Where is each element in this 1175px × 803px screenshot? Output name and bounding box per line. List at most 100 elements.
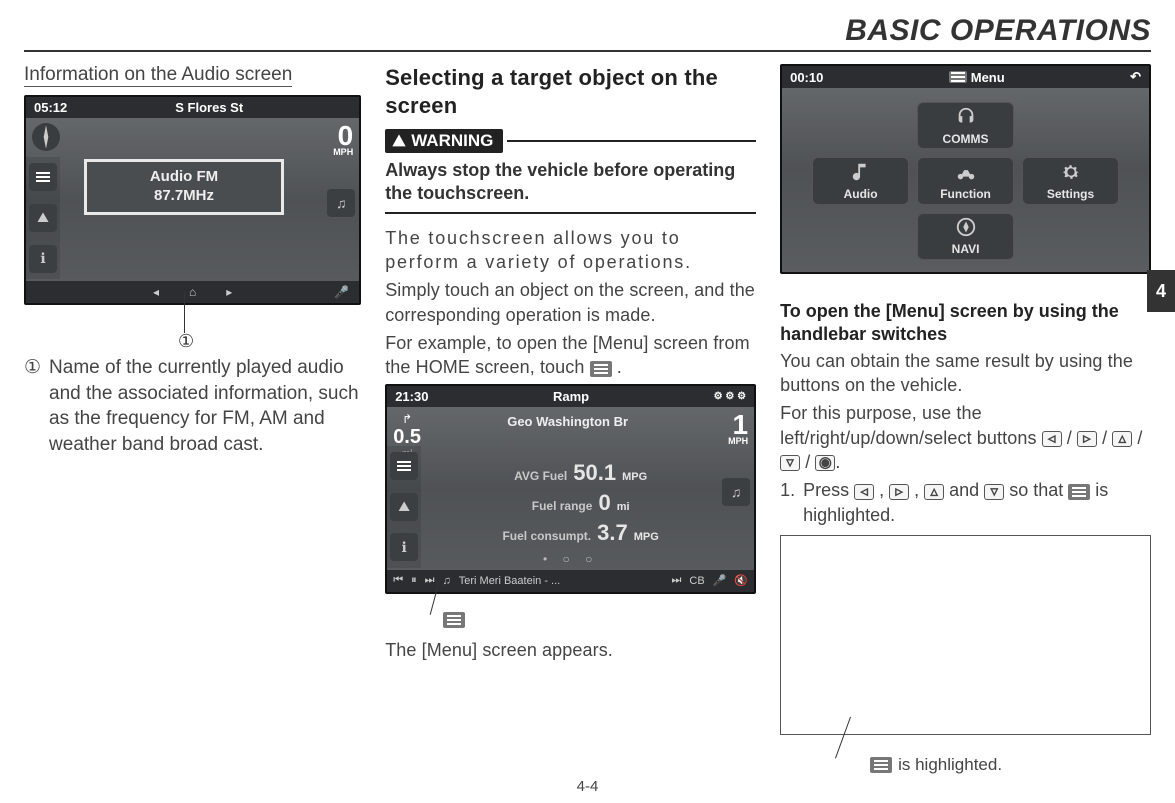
audio-info-box: Audio FM 87.7MHz [84,159,284,215]
gear-icon [1060,161,1082,183]
audio-screenshot: 05:12 S Flores St 0 MPH ⛰ ℹ ♫ Audio FM 8… [24,95,361,305]
sub-street: Geo Washington Br [431,414,704,429]
handlebar-p1: You can obtain the same result by using … [780,349,1151,398]
menu-title: Menu [823,70,1130,85]
menu-tile-function[interactable]: Function [917,157,1014,204]
page-number: 4-4 [0,778,1175,795]
fuel-range-label: Fuel range [532,499,593,513]
chapter-tab: 4 [1147,270,1175,312]
illustration-placeholder [780,535,1151,735]
warning-label: WARNING [411,131,493,151]
column-1: Information on the Audio screen 05:12 S … [24,64,361,767]
callout-marker-1: ① [178,331,194,352]
select-button-icon: ◉ [815,455,835,471]
list-marker-1: ① [24,355,41,458]
info-icon: ℹ [29,245,57,273]
step-1-number: 1. [780,478,795,528]
audio-frequency: 87.7MHz [87,187,281,204]
example-text-a: For example, to open the [Menu] screen f… [385,333,749,377]
home-screenshot: 21:30 Ramp ⚙ ⚙ ⚙ ↱ 0.5 mi Geo Washington… [385,384,756,594]
speed-value: 1 [733,409,749,440]
home-button-icon: ⌂ [189,285,196,299]
menu-tile-navi[interactable]: NAVI [917,213,1014,260]
fuel-range-value: 0 [598,490,610,516]
warning-text: Always stop the vehicle before operating… [385,159,756,214]
motorcycle-icon [955,161,977,183]
track-title: Teri Meri Baatein - ... [459,575,560,587]
menu-tile-audio[interactable]: Audio [812,157,909,204]
shot-street: Ramp [428,389,713,404]
music-icon: ♫ [327,187,355,219]
nav-icon: ⛰ [390,493,418,521]
speed-readout: 0 MPH [333,123,353,156]
mic-icon: 🎤 [334,285,349,299]
left-button-icon: ◃ [1042,431,1062,447]
fuel-metrics: AVG Fuel50.1MPG Fuel range0mi Fuel consu… [457,456,704,550]
menu-lines-icon [29,163,57,191]
menu-screenshot: 00:10 Menu ↶ COMMS Audio [780,64,1151,274]
speed-unit: MPH [728,437,748,445]
column-3: 00:10 Menu ↶ COMMS Audio [780,64,1151,767]
example-text-b: . [617,357,622,377]
tile-label: NAVI [952,242,980,256]
side-icons: ⛰ ℹ [26,157,60,279]
up-button-icon: ▵ [1112,431,1132,447]
speed-readout: 1 MPH [728,412,748,445]
shot-time: 00:10 [790,70,823,85]
music-note-icon [850,161,872,183]
fuel-cons-value: 3.7 [597,520,628,546]
menu-lines-icon [949,71,967,83]
column-2: Selecting a target object on the screen … [385,64,756,767]
menu-lines-icon [1068,484,1090,500]
touchscreen-intro-1: The touchscreen allows you to perform a … [385,226,756,275]
audio-info-description: Name of the currently played audio and t… [49,355,361,458]
touchscreen-intro-2: Simply touch an object on the screen, an… [385,278,756,327]
page-header: BASIC OPERATIONS [24,14,1151,52]
warning-badge-row: WARNING [385,129,756,153]
right-button-icon: ▹ [1077,431,1097,447]
audio-info-subhead: Information on the Audio screen [24,64,292,87]
menu-lines-icon [590,361,612,377]
warning-badge: WARNING [385,129,503,153]
warning-triangle-icon [391,133,407,149]
menu-appears-text: The [Menu] screen appears. [385,638,756,662]
compass-icon [32,123,60,151]
side-icons: ⛰ ℹ [387,446,421,568]
shot-street: S Flores St [67,100,351,115]
handlebar-p2: For this purpose, use the left/right/up/… [780,401,1151,474]
track-bar: ⏮⏸⏭ ♫ Teri Meri Baatein - ... ⏭ CB🎤🔇 [387,570,754,592]
down-button-icon: ▿ [984,484,1004,500]
menu-lines-icon [390,452,418,480]
page-dots: • ○ ○ [387,552,754,566]
tile-label: Audio [844,187,878,201]
down-button-icon: ▿ [780,455,800,471]
nav-icon: ⛰ [29,204,57,232]
callout-menu-icon [385,594,756,634]
highlight-caption: is highlighted. [898,755,1002,775]
menu-lines-icon [870,757,892,773]
tile-label: Function [940,187,991,201]
selecting-target-title: Selecting a target object on the screen [385,64,756,119]
speed-unit: MPH [333,148,353,156]
audio-title: Audio FM [87,168,281,185]
back-icon: ↶ [1130,69,1141,85]
callout-1: ① [24,305,361,345]
shot-bottombar: ◂⌂▸ 🎤 [26,281,359,303]
step-1-text: Press ◃ , ▹ , ▵ and ▿ so that is highlig… [803,478,1151,528]
music-icon: ♫ [722,476,750,508]
avg-fuel-value: 50.1 [573,460,616,486]
left-button-icon: ◃ [854,484,874,500]
compass-icon [955,216,977,238]
handlebar-lead: To open the [Menu] screen by using the h… [780,300,1151,347]
tile-label: Settings [1047,187,1094,201]
fuel-cons-unit: MPG [634,531,659,543]
up-button-icon: ▵ [924,484,944,500]
menu-tile-comms[interactable]: COMMS [917,102,1014,149]
right-button-icon: ▹ [889,484,909,500]
touchscreen-example: For example, to open the [Menu] screen f… [385,331,756,380]
tile-label: COMMS [943,132,989,146]
shot-time: 21:30 [395,389,428,404]
fuel-range-unit: mi [617,501,630,513]
menu-tile-settings[interactable]: Settings [1022,157,1119,204]
highlight-callout: is highlighted. [780,737,1151,767]
